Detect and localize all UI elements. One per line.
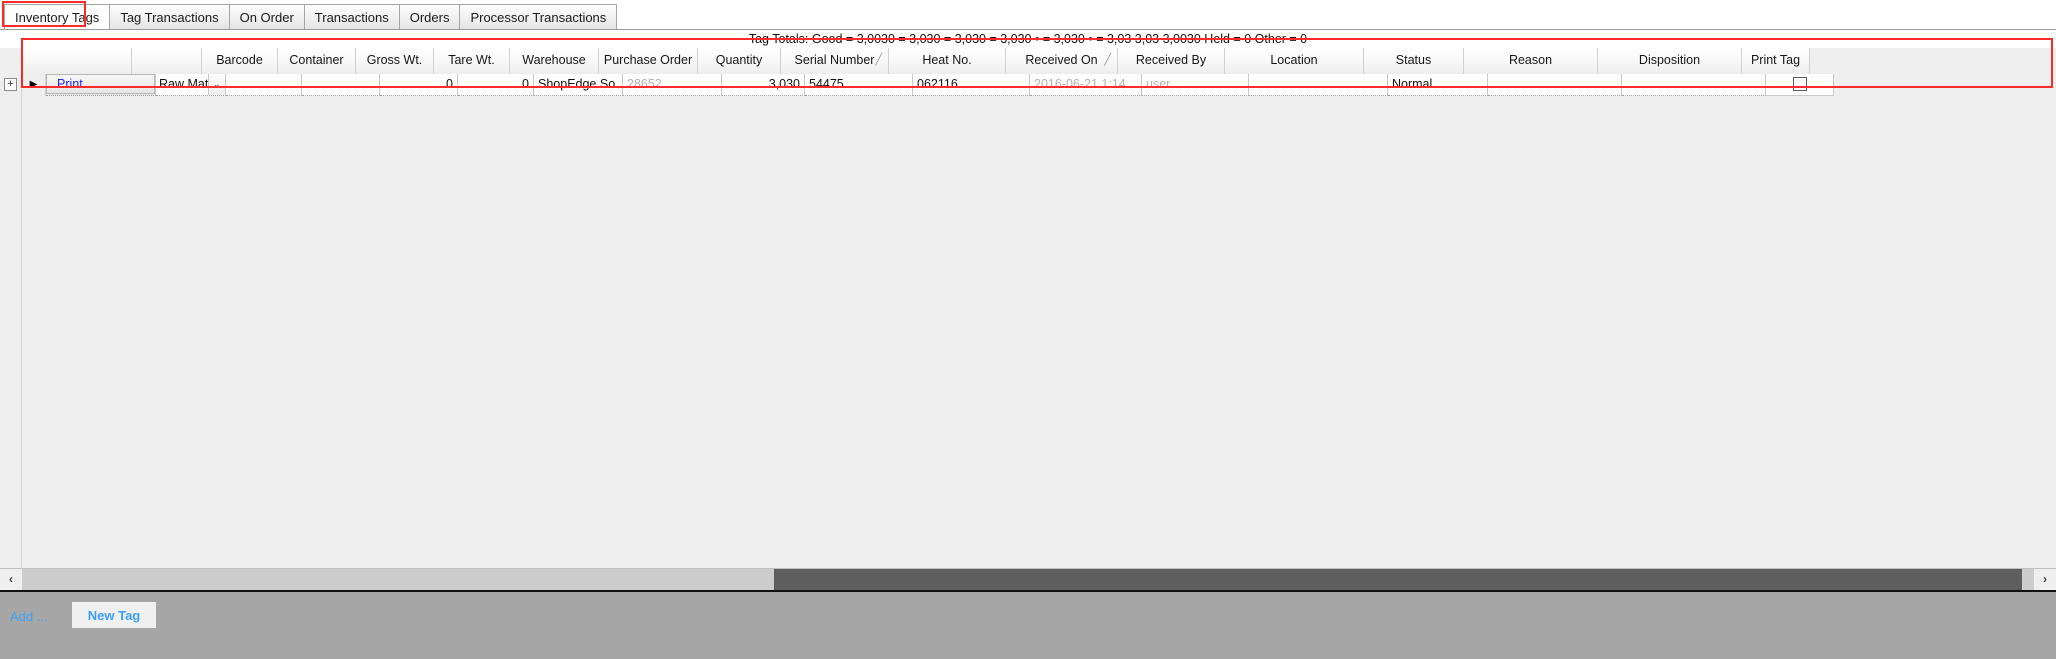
column-header-label: Purchase Order	[603, 53, 693, 67]
grid-row-indent-column	[0, 48, 22, 568]
cell-gross_wt[interactable]: 0	[380, 74, 458, 96]
horizontal-scrollbar[interactable]: ‹ ›	[0, 568, 2056, 590]
tab-strip: Inventory Tags Tag Transactions On Order Tr…	[0, 0, 2056, 30]
add-link[interactable]: Add ...	[10, 609, 48, 624]
cell-value-status: Normal	[1392, 77, 1433, 91]
cell-received_on[interactable]: 2016-06-21 1:14	[1030, 74, 1142, 96]
scrollbar-track[interactable]	[22, 569, 2034, 590]
scrollbar-thumb[interactable]	[774, 569, 2022, 590]
cell-status[interactable]: Normal	[1388, 74, 1488, 96]
column-header-type[interactable]	[132, 48, 202, 74]
column-header-tare_wt[interactable]: Tare Wt.	[434, 48, 510, 74]
column-header-reason[interactable]: Reason	[1464, 48, 1598, 74]
new-tag-button[interactable]: New Tag	[72, 602, 156, 628]
tab-tag-transactions[interactable]: Tag Transactions	[109, 4, 230, 29]
tag-totals-label: Tag Totals:	[748, 32, 809, 46]
cell-received_by[interactable]: user	[1142, 74, 1249, 96]
column-header-label: Warehouse	[522, 53, 586, 67]
tab-processor-transactions[interactable]: Processor Transactions	[459, 4, 618, 29]
tag-totals-value: Good = 3,0030 = 3,030 = 3,030 = 3,030 • …	[811, 32, 1308, 46]
cell-location[interactable]	[1249, 74, 1388, 96]
column-header-label: Received On	[1025, 53, 1098, 67]
cell-quantity[interactable]: 3,030	[722, 74, 805, 96]
cell-type[interactable]: Raw Mate⌄	[156, 74, 226, 96]
column-header-label: Location	[1270, 53, 1318, 67]
tab-on-order[interactable]: On Order	[228, 4, 305, 29]
cell-tare_wt[interactable]: 0	[458, 74, 534, 96]
cell-value-purchase_order: 28652	[627, 77, 662, 91]
cell-value-warehouse: ShopEdge So	[538, 77, 616, 91]
column-header-label: Heat No.	[922, 53, 972, 67]
cell-purchase_order[interactable]: 28652	[623, 74, 722, 96]
column-header-label: Received By	[1135, 53, 1207, 67]
table-row[interactable]: + ▶ PrintRaw Mate⌄ 0 0 ShopEdge So 28652 3,03…	[0, 74, 2056, 96]
cell-value-received_by: user	[1146, 77, 1171, 91]
cell-container[interactable]	[302, 74, 380, 96]
print-link-button[interactable]: Print	[46, 74, 155, 94]
column-header-label: Tare Wt.	[448, 53, 495, 67]
cell-print_tag[interactable]	[1766, 74, 1834, 96]
cell-serial_number[interactable]: 54475	[805, 74, 913, 96]
column-header-warehouse[interactable]: Warehouse	[510, 48, 599, 74]
column-header-label: Quantity	[715, 53, 763, 67]
cell-value-gross_wt: 0	[446, 77, 453, 91]
tab-inventory-tags[interactable]: Inventory Tags	[4, 4, 111, 29]
tag-type-combobox[interactable]: Raw Mate⌄	[156, 74, 225, 95]
sort-indicator-icon[interactable]: ╱	[875, 48, 882, 73]
tab-transactions[interactable]: Transactions	[303, 4, 400, 29]
sort-indicator-icon[interactable]: ╱	[1104, 48, 1111, 73]
column-header-gross_wt[interactable]: Gross Wt.	[356, 48, 434, 74]
column-header-label: Reason	[1508, 53, 1553, 67]
column-header-label: Disposition	[1638, 53, 1701, 67]
column-header-print[interactable]	[22, 48, 132, 74]
cell-reason[interactable]	[1488, 74, 1622, 96]
cell-disposition[interactable]	[1622, 74, 1766, 96]
grid-empty-area	[22, 96, 2056, 568]
column-header-quantity[interactable]: Quantity	[698, 48, 781, 74]
scroll-left-arrow-icon[interactable]: ‹	[0, 569, 22, 590]
chevron-down-icon[interactable]: ⌄	[207, 74, 225, 95]
column-header-label: Barcode	[216, 53, 263, 67]
tag-totals-bar: Tag Totals: Good = 3,0030 = 3,030 = 3,03…	[0, 30, 2056, 48]
column-header-location[interactable]: Location	[1225, 48, 1364, 74]
column-header-container[interactable]: Container	[278, 48, 356, 74]
column-header-print_tag[interactable]: Print Tag	[1742, 48, 1810, 74]
scroll-right-arrow-icon[interactable]: ›	[2034, 569, 2056, 590]
cell-heat_no[interactable]: 062116	[913, 74, 1030, 96]
cell-print[interactable]: Print	[46, 74, 156, 96]
column-header-serial_number[interactable]: Serial Number ╱	[781, 48, 889, 74]
column-header-barcode[interactable]: Barcode	[202, 48, 278, 74]
column-header-label: Container	[289, 53, 344, 67]
row-expander-icon[interactable]: +	[4, 78, 17, 91]
cell-barcode[interactable]	[226, 74, 302, 96]
cell-value-serial_number: 54475	[809, 77, 844, 91]
column-header-label: Serial Number	[794, 53, 875, 67]
cell-value-heat_no: 062116	[917, 77, 958, 91]
cell-value-quantity: 3,030	[768, 77, 800, 91]
column-header-label: Print Tag	[1750, 53, 1801, 67]
inventory-tags-screen: Inventory Tags Tag Transactions On Order Tr…	[0, 0, 2056, 659]
column-header-received_by[interactable]: Received By	[1118, 48, 1225, 74]
footer-toolbar: Add ... New Tag	[0, 590, 2056, 659]
row-cells: PrintRaw Mate⌄ 0 0 ShopEdge So 28652 3,030 544…	[46, 74, 1834, 96]
row-cursor-icon: ▶	[22, 74, 46, 96]
column-header-status[interactable]: Status	[1364, 48, 1464, 74]
column-header-label: Status	[1395, 53, 1432, 67]
column-header-received_on[interactable]: Received On ╱	[1006, 48, 1118, 74]
column-header-label: Gross Wt.	[366, 53, 423, 67]
column-header-heat_no[interactable]: Heat No.	[889, 48, 1006, 74]
column-header-purchase_order[interactable]: Purchase Order	[599, 48, 698, 74]
inventory-tags-grid: Barcode Container Gross Wt. Tare Wt. Warehou…	[0, 48, 2056, 568]
cell-value-received_on: 2016-06-21 1:14	[1034, 77, 1126, 91]
column-header-disposition[interactable]: Disposition	[1598, 48, 1742, 74]
cell-value-tare_wt: 0	[522, 77, 529, 91]
tag-type-value: Raw Mate	[156, 74, 208, 95]
tab-orders[interactable]: Orders	[398, 4, 461, 29]
cell-warehouse[interactable]: ShopEdge So	[534, 74, 623, 96]
print-tag-checkbox[interactable]	[1792, 77, 1807, 91]
grid-header-row: Barcode Container Gross Wt. Tare Wt. Warehou…	[22, 48, 1810, 74]
